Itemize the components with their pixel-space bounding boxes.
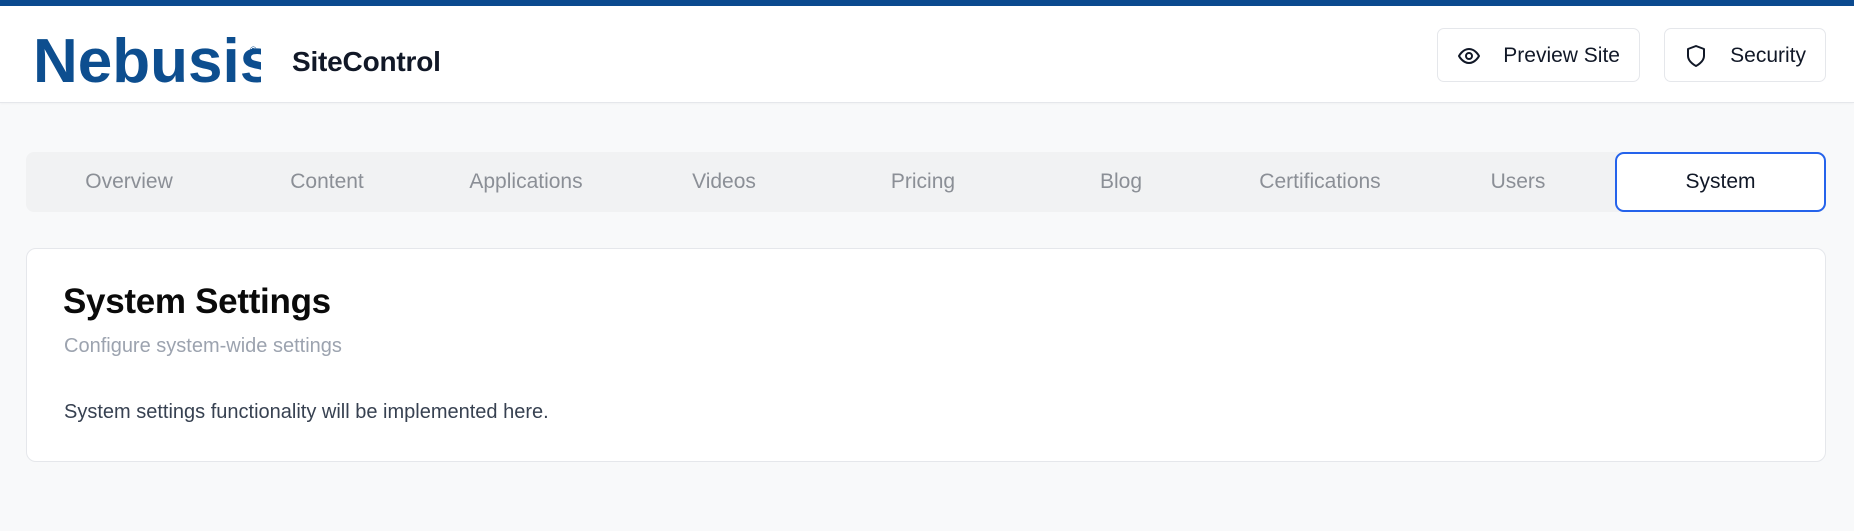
svg-text:Nebusis: Nebusis bbox=[33, 27, 261, 92]
tab-applications[interactable]: Applications bbox=[423, 152, 629, 212]
svg-text:®: ® bbox=[250, 45, 257, 55]
eye-icon bbox=[1458, 48, 1480, 64]
shield-icon bbox=[1687, 45, 1705, 67]
tab-pricing[interactable]: Pricing bbox=[820, 152, 1026, 212]
page-title: System Settings bbox=[63, 282, 331, 321]
placeholder-message: System settings functionality will be im… bbox=[64, 401, 549, 423]
system-settings-card: System Settings Configure system-wide se… bbox=[26, 248, 1826, 462]
preview-site-button[interactable]: Preview Site bbox=[1437, 28, 1640, 82]
app-title: SiteControl bbox=[292, 46, 441, 77]
page-subtitle: Configure system-wide settings bbox=[64, 335, 342, 357]
tab-certifications[interactable]: Certifications bbox=[1217, 152, 1423, 212]
section-tabs: Overview Content Applications Videos Pri… bbox=[26, 152, 1826, 212]
tab-users[interactable]: Users bbox=[1415, 152, 1621, 212]
security-button[interactable]: Security bbox=[1664, 28, 1826, 82]
tab-system[interactable]: System bbox=[1615, 152, 1826, 212]
preview-site-label: Preview Site bbox=[1503, 44, 1620, 67]
tab-overview[interactable]: Overview bbox=[26, 152, 232, 212]
tab-content[interactable]: Content bbox=[224, 152, 430, 212]
app-header: Nebusis ® SiteControl Preview Site Secur… bbox=[0, 6, 1854, 103]
tab-blog[interactable]: Blog bbox=[1018, 152, 1224, 212]
security-label: Security bbox=[1730, 44, 1806, 67]
nebusis-logo[interactable]: Nebusis ® bbox=[33, 24, 261, 92]
tab-videos[interactable]: Videos bbox=[621, 152, 827, 212]
